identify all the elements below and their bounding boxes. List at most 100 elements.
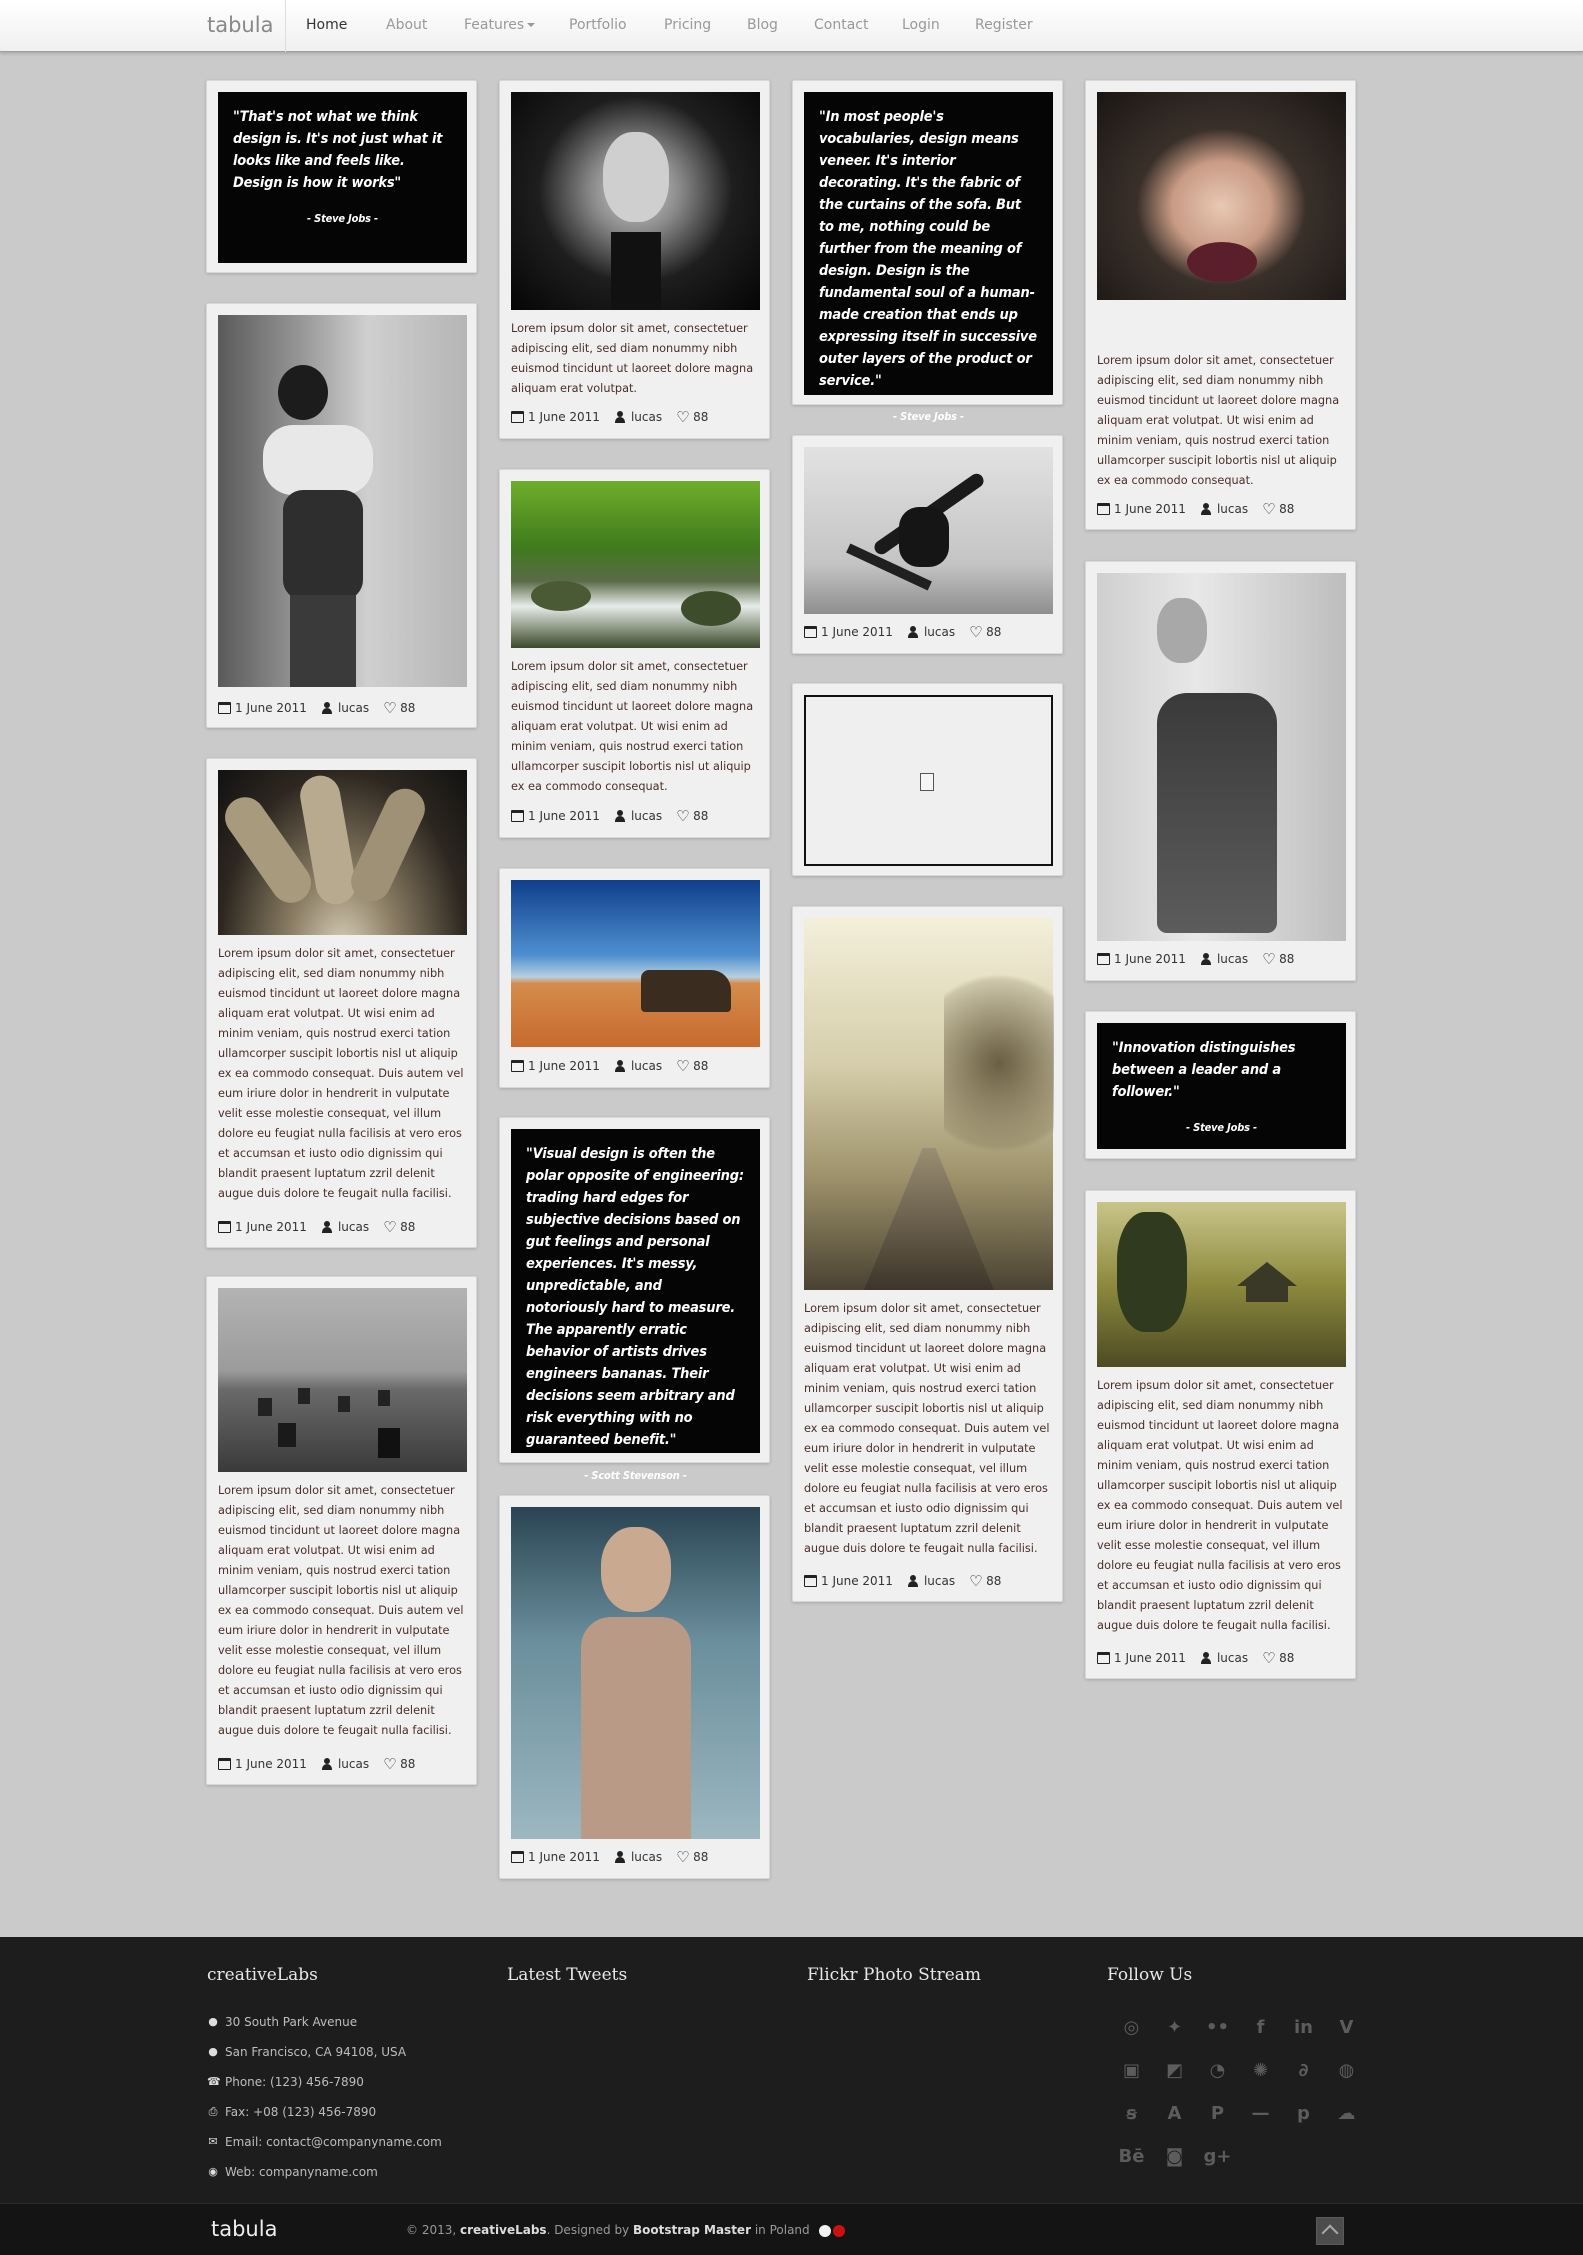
post-card-quote[interactable]: "Innovation distinguishes between a lead… [1085,1011,1356,1159]
heart-icon[interactable]: ♡ [676,410,689,425]
linkedin-icon[interactable]: in [1282,2013,1325,2056]
post-card-photo-text[interactable]: Lorem ipsum dolor sit amet, consectetuer… [1085,80,1356,530]
post-card-quote[interactable]: "That's not what we think design is. It'… [206,80,477,273]
footer-contact-info: ● 30 South Park Avenue ● San Francisco, CA… [207,2007,442,2187]
heart-icon[interactable]: ♡ [383,1220,396,1235]
heart-icon[interactable]: ♡ [969,625,982,640]
nav-contact[interactable]: Contact [814,17,902,33]
post-card-photo-text[interactable]: Lorem ipsum dolor sit amet, consectetuer… [206,758,477,1248]
flickr-icon[interactable]: •• [1196,2013,1239,2056]
nav-home[interactable]: Home [306,17,386,33]
twitter-icon[interactable]: ✦ [1153,2013,1196,2056]
nav-pricing[interactable]: Pricing [664,17,747,33]
rss-icon[interactable]: ◔ [1196,2056,1239,2099]
calendar-icon [218,1221,231,1233]
googleplus-icon[interactable]: g+ [1196,2142,1239,2185]
heart-icon[interactable]: ♡ [1262,952,1275,967]
facebook-icon[interactable]: f [1239,2013,1282,2056]
post-card-photo-text[interactable]: Lorem ipsum dolor sit amet, consectetuer… [1085,1190,1356,1679]
delicious-icon[interactable]: ◩ [1153,2056,1196,2099]
broken-image-placeholder[interactable] [804,695,1053,866]
vimeo-icon[interactable]: V [1325,2013,1368,2056]
post-meta: 1 June 2011 lucas ♡ 88 [218,1219,429,1235]
instagram-icon[interactable]: ◙ [1153,2142,1196,2185]
post-excerpt: Lorem ipsum dolor sit amet, consectetuer… [1097,1379,1343,1632]
paypal-icon[interactable]: P [1196,2099,1239,2142]
post-card-photo[interactable]: 1 June 2011 lucas ♡ 88 [499,868,770,1088]
pinterest-icon[interactable]: p [1282,2099,1325,2142]
heart-icon[interactable]: ♡ [383,1757,396,1772]
behance-icon[interactable]: Bē [1110,2142,1153,2185]
heart-icon[interactable]: ♡ [1262,502,1275,517]
nav-login[interactable]: Login [902,17,975,33]
post-image[interactable] [217,770,467,935]
brand-logo[interactable]: tabula [207,13,273,37]
appstore-icon[interactable]: A [1153,2099,1196,2142]
post-card-photo[interactable]: 1 June 2011 lucas ♡ 88 [792,435,1063,654]
post-author[interactable]: lucas [338,701,369,715]
website-link[interactable]: Web: companyname.com [225,2165,378,2179]
heart-icon[interactable]: ♡ [676,809,689,824]
post-author[interactable]: lucas [1217,502,1248,516]
heart-icon[interactable]: ♡ [383,701,396,716]
hyphen-icon[interactable]: — [1239,2099,1282,2142]
lastfm-icon[interactable]: ꞩ [1110,2099,1153,2142]
post-card-photo-text[interactable]: Lorem ipsum dolor sit amet, consectetuer… [499,80,770,439]
calendar-icon [804,1575,817,1587]
footer-brand[interactable]: tabula [211,2217,277,2241]
post-image[interactable] [511,481,760,648]
nav-register[interactable]: Register [975,17,1055,33]
post-card-placeholder[interactable] [792,683,1063,876]
post-image[interactable] [511,1507,760,1839]
post-author[interactable]: lucas [631,1850,662,1864]
post-image[interactable] [511,880,760,1047]
deviantart-icon[interactable]: ∂ [1282,2056,1325,2099]
post-image[interactable] [1097,92,1346,300]
nav-features[interactable]: Features [464,17,569,33]
dribbble-icon[interactable]: ◎ [1110,2013,1153,2056]
post-author[interactable]: lucas [631,809,662,823]
post-author[interactable]: lucas [924,625,955,639]
post-image[interactable] [804,918,1054,1290]
designer-link[interactable]: Bootstrap Master [633,2223,751,2237]
picasa-icon[interactable]: ✺ [1239,2056,1282,2099]
nav-about[interactable]: About [386,17,464,33]
post-image[interactable] [1097,1202,1346,1367]
post-card-quote[interactable]: "In most people's vocabularies, design m… [792,80,1063,423]
post-card-photo[interactable]: 1 June 2011 lucas ♡ 88 [1085,561,1356,981]
heart-icon[interactable]: ♡ [676,1850,689,1865]
post-card-photo[interactable]: 1 June 2011 lucas ♡ 88 [499,1495,770,1879]
post-author[interactable]: lucas [631,410,662,424]
quote-text: "In most people's vocabularies, design m… [819,109,1037,389]
post-image[interactable] [511,92,760,310]
heart-icon[interactable]: ♡ [1262,1651,1275,1666]
post-author[interactable]: lucas [338,1220,369,1234]
post-card-photo[interactable]: 1 June 2011 lucas ♡ 88 [206,303,477,728]
post-card-photo-text[interactable]: Lorem ipsum dolor sit amet, consectetuer… [206,1276,477,1785]
nav-blog[interactable]: Blog [747,17,814,33]
post-meta: 1 June 2011 lucas ♡ 88 [511,1849,722,1865]
post-image[interactable] [218,315,467,687]
post-author[interactable]: lucas [1217,1651,1248,1665]
post-card-photo-text[interactable]: Lorem ipsum dolor sit amet, consectetuer… [792,906,1063,1602]
post-image[interactable] [1097,573,1346,941]
heart-icon[interactable]: ♡ [969,1574,982,1589]
skype-icon[interactable]: ◍ [1325,2056,1368,2099]
post-likes: 88 [986,1574,1002,1588]
post-image[interactable] [218,1288,467,1472]
post-image[interactable] [804,447,1053,614]
soundcloud-icon[interactable]: ☁ [1325,2099,1368,2142]
email-address[interactable]: Email: contact@companyname.com [225,2135,442,2149]
post-author[interactable]: lucas [631,1059,662,1073]
post-author[interactable]: lucas [1217,952,1248,966]
copyright-company[interactable]: creativeLabs [460,2223,547,2237]
user-icon [907,1575,920,1587]
back-to-top-button[interactable] [1316,2217,1344,2245]
heart-icon[interactable]: ♡ [676,1059,689,1074]
post-author[interactable]: lucas [338,1757,369,1771]
youtube-icon[interactable]: ▣ [1110,2056,1153,2099]
nav-portfolio[interactable]: Portfolio [569,17,664,33]
post-card-photo-text[interactable]: Lorem ipsum dolor sit amet, consectetuer… [499,469,770,838]
post-card-quote[interactable]: "Visual design is often the polar opposi… [499,1117,770,1482]
post-author[interactable]: lucas [924,1574,955,1588]
